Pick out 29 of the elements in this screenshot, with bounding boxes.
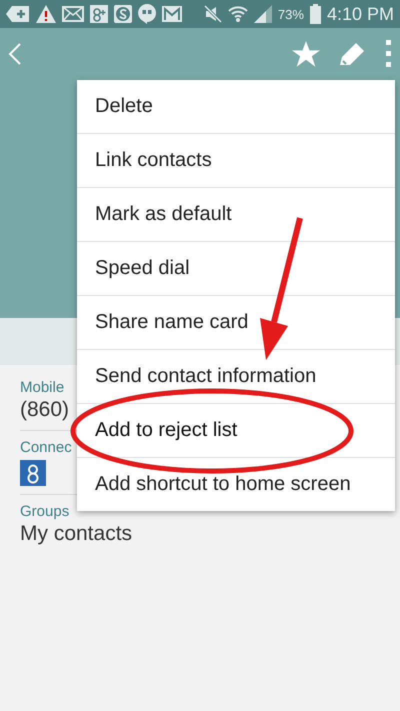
menu-item[interactable]: Speed dial [77,242,395,296]
chat-bubble-icon [138,4,156,24]
field-label: Groups [20,503,70,520]
menu-item[interactable]: Delete [77,80,395,134]
menu-item[interactable]: Add to reject list [77,404,395,458]
skype-icon [114,5,132,23]
field-label: Connec [20,439,73,456]
battery-icon [310,4,321,24]
mail-icon [62,6,84,22]
star-icon[interactable] [292,40,320,68]
menu-item[interactable]: Link contacts [77,134,395,188]
warning-icon [36,5,56,23]
gmail-icon [162,6,182,22]
more-options-icon[interactable] [384,40,392,68]
signal-icon [254,5,272,23]
field-value: (860) [20,398,70,422]
mute-icon [204,5,222,23]
battery-percentage: 73% [278,6,304,22]
wifi-icon [228,5,248,23]
pencil-icon[interactable] [338,41,366,67]
menu-item[interactable]: Add shortcut to home screen [77,458,395,511]
back-icon[interactable] [8,42,22,66]
google-plus-icon [90,5,108,23]
add-notification-icon [6,5,30,23]
field-label: Mobile [20,379,66,396]
field-value: My contacts [20,522,134,546]
google-icon [20,460,46,486]
clock: 4:10 PM [326,4,394,24]
menu-item[interactable]: Mark as default [77,188,395,242]
